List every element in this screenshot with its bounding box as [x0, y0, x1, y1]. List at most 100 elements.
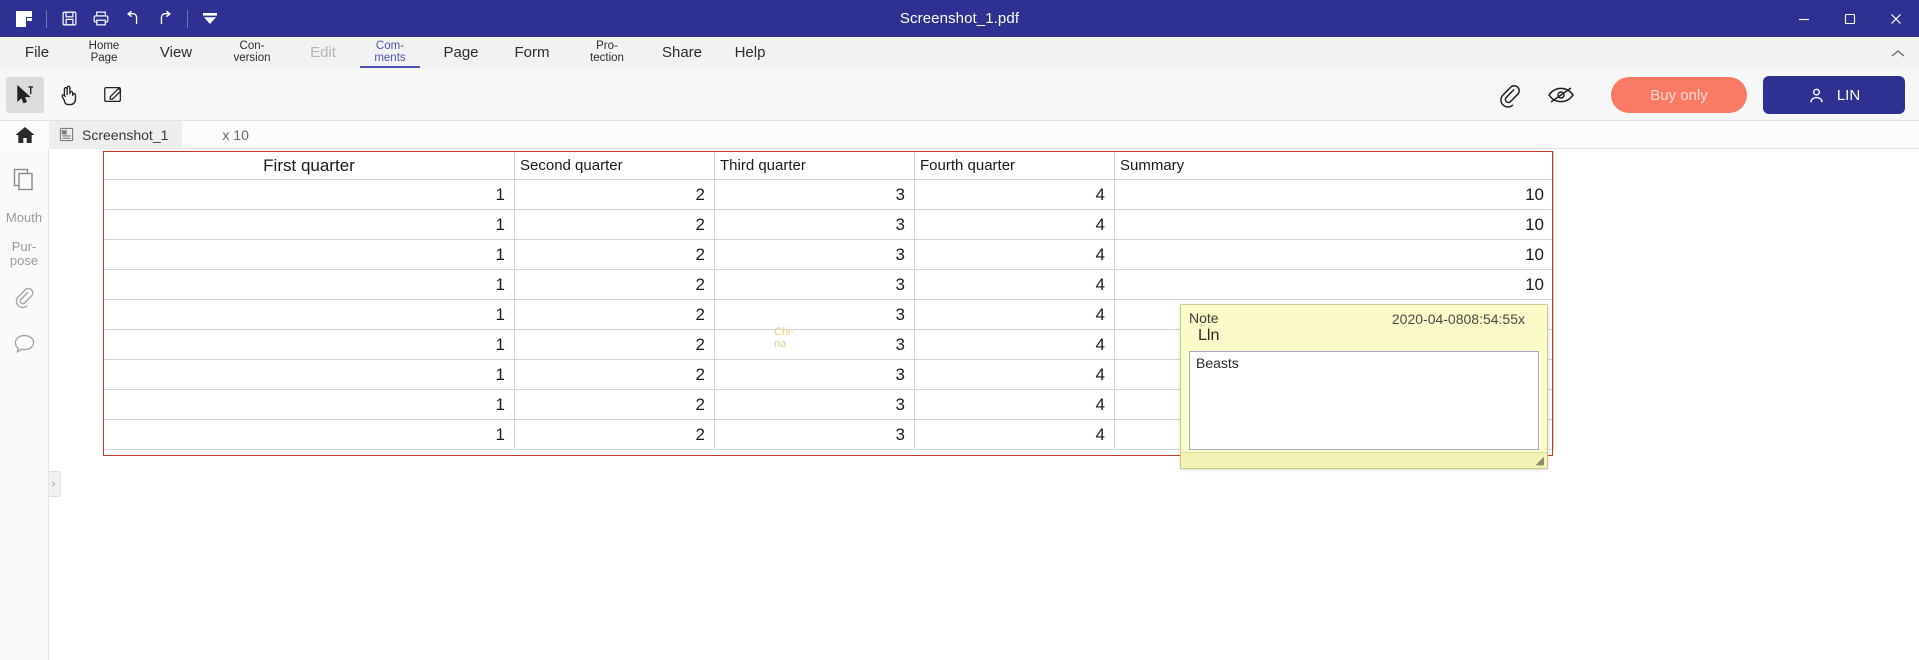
cell-q2: 2: [514, 269, 715, 300]
table-header-fourth-quarter: Fourth quarter: [914, 151, 1115, 180]
window-title: Screenshot_1.pdf: [899, 10, 1020, 27]
menu-home-page[interactable]: Home Page: [68, 37, 140, 69]
table-row: 1 2 3 4 10: [103, 179, 1554, 210]
cell-summary: 10: [1114, 179, 1554, 210]
expand-sidebar-handle[interactable]: ›: [49, 471, 61, 497]
table-row: 1 2 3 4 10: [103, 269, 1554, 300]
note-type-label: Note: [1189, 310, 1219, 326]
cell-summary: 10: [1114, 239, 1554, 270]
ribbon-left-tools: [6, 69, 132, 121]
cell-q2: 2: [514, 359, 715, 390]
cell-q4: 4: [914, 269, 1115, 300]
cell-q1: 1: [103, 299, 515, 330]
collapse-ribbon-icon[interactable]: [1891, 37, 1905, 69]
menu-help[interactable]: Help: [718, 37, 782, 69]
select-cursor-tool[interactable]: [6, 77, 44, 113]
minimize-button[interactable]: [1781, 0, 1827, 37]
cell-q1: 1: [103, 329, 515, 360]
app-logo-icon[interactable]: [8, 5, 40, 33]
left-sidebar: Mouth Pur- pose: [0, 149, 49, 660]
eye-slash-icon[interactable]: [1535, 75, 1587, 115]
pdf-file-icon: [59, 127, 74, 142]
user-avatar-icon: [1808, 87, 1825, 104]
undo-icon[interactable]: [117, 5, 149, 33]
note-popup[interactable]: Note 2020-04-0808:54:55x Lln Beasts ◢: [1180, 304, 1548, 469]
cell-summary: 10: [1114, 269, 1554, 300]
cell-q2: 2: [514, 419, 715, 450]
note-timestamp: 2020-04-0808:54:55x: [1391, 311, 1525, 327]
cell-q2: 2: [514, 209, 715, 240]
cell-q2: 2: [514, 329, 715, 360]
document-tab-label: Screenshot_1: [82, 126, 169, 143]
menu-protection[interactable]: Pro- tection: [568, 37, 646, 69]
document-tab-bar: Screenshot_1 x 10: [0, 120, 1919, 149]
cell-q1: 1: [103, 389, 515, 420]
table-header-row: First quarter Second quarter Third quart…: [103, 151, 1554, 180]
menu-edit[interactable]: Edit: [292, 37, 354, 69]
cell-q4: 4: [914, 389, 1115, 420]
table-header-second-quarter: Second quarter: [514, 151, 715, 180]
sidebar-item-bookmark-label[interactable]: Mouth: [6, 211, 42, 225]
cell-q3: 3: [714, 419, 915, 450]
table-row: 1 2 3 4 10: [103, 209, 1554, 240]
table-header-third-quarter: Third quarter: [714, 151, 915, 180]
menu-bar: File Home Page View Con- version Edit Co…: [0, 37, 1919, 69]
cell-q4: 4: [914, 359, 1115, 390]
cell-q1: 1: [103, 239, 515, 270]
note-edit-tool[interactable]: [94, 77, 132, 113]
menu-page[interactable]: Page: [426, 37, 496, 69]
document-canvas: › First quarter Second quarter Third qua…: [49, 149, 1919, 660]
document-tab[interactable]: Screenshot_1: [49, 120, 183, 149]
note-popup-footer: ◢: [1181, 452, 1547, 468]
cell-q1: 1: [103, 359, 515, 390]
cell-q3: 3: [714, 359, 915, 390]
pdf-editor-window: Screenshot_1.pdf File Home Page View Con…: [0, 0, 1919, 660]
redo-icon[interactable]: [149, 5, 181, 33]
maximize-button[interactable]: [1827, 0, 1873, 37]
note-popup-header: Note 2020-04-0808:54:55x Lln: [1181, 305, 1547, 349]
print-icon[interactable]: [85, 5, 117, 33]
note-resize-grip[interactable]: ◢: [1536, 454, 1544, 467]
table-header-first-quarter: First quarter: [103, 151, 515, 180]
comments-ribbon: T worker T T T: [0, 69, 1919, 203]
cell-q3: 3: [714, 389, 915, 420]
menu-form[interactable]: Form: [496, 37, 568, 69]
cell-q3: 3: [714, 269, 915, 300]
cell-q4: 4: [914, 239, 1115, 270]
menu-comments[interactable]: Com- ments: [354, 37, 426, 69]
cell-q1: 1: [103, 419, 515, 450]
toolbar-divider-2: [187, 9, 188, 28]
close-button[interactable]: [1873, 0, 1919, 37]
sidebar-item-comments[interactable]: [7, 329, 41, 359]
table-row: 1 2 3 4 10: [103, 239, 1554, 270]
cell-q2: 2: [514, 299, 715, 330]
sidebar-item-pages[interactable]: [7, 165, 41, 195]
sidebar-item-attachments[interactable]: [7, 283, 41, 313]
menu-conversion[interactable]: Con- version: [212, 37, 292, 69]
ribbon-right-actions: Buy only LIN: [1483, 69, 1905, 121]
buy-only-button[interactable]: Buy only: [1611, 77, 1747, 113]
dropdown-caret-icon[interactable]: [194, 5, 226, 33]
menu-view[interactable]: View: [140, 37, 212, 69]
note-body-text[interactable]: Beasts: [1189, 351, 1539, 450]
cell-q4: 4: [914, 329, 1115, 360]
save-icon[interactable]: [53, 5, 85, 33]
menu-share[interactable]: Share: [646, 37, 718, 69]
account-button[interactable]: LIN: [1763, 76, 1905, 114]
home-icon[interactable]: [0, 120, 49, 149]
ghost-annotation-text: Chi- na: [774, 326, 795, 350]
cell-q2: 2: [514, 179, 715, 210]
cell-q3: 3: [714, 299, 915, 330]
cell-q1: 1: [103, 269, 515, 300]
cell-q4: 4: [914, 179, 1115, 210]
cell-q2: 2: [514, 389, 715, 420]
zoom-level-label[interactable]: x 10: [222, 127, 248, 143]
toolbar-divider: [46, 9, 47, 28]
cell-q3: 3: [714, 179, 915, 210]
hand-pan-tool[interactable]: [50, 77, 88, 113]
menu-file[interactable]: File: [6, 37, 68, 69]
sidebar-item-purpose-label[interactable]: Pur- pose: [10, 240, 38, 267]
paperclip-icon[interactable]: [1483, 75, 1535, 115]
account-label: LIN: [1836, 86, 1861, 104]
cell-q3: 3: [714, 239, 915, 270]
